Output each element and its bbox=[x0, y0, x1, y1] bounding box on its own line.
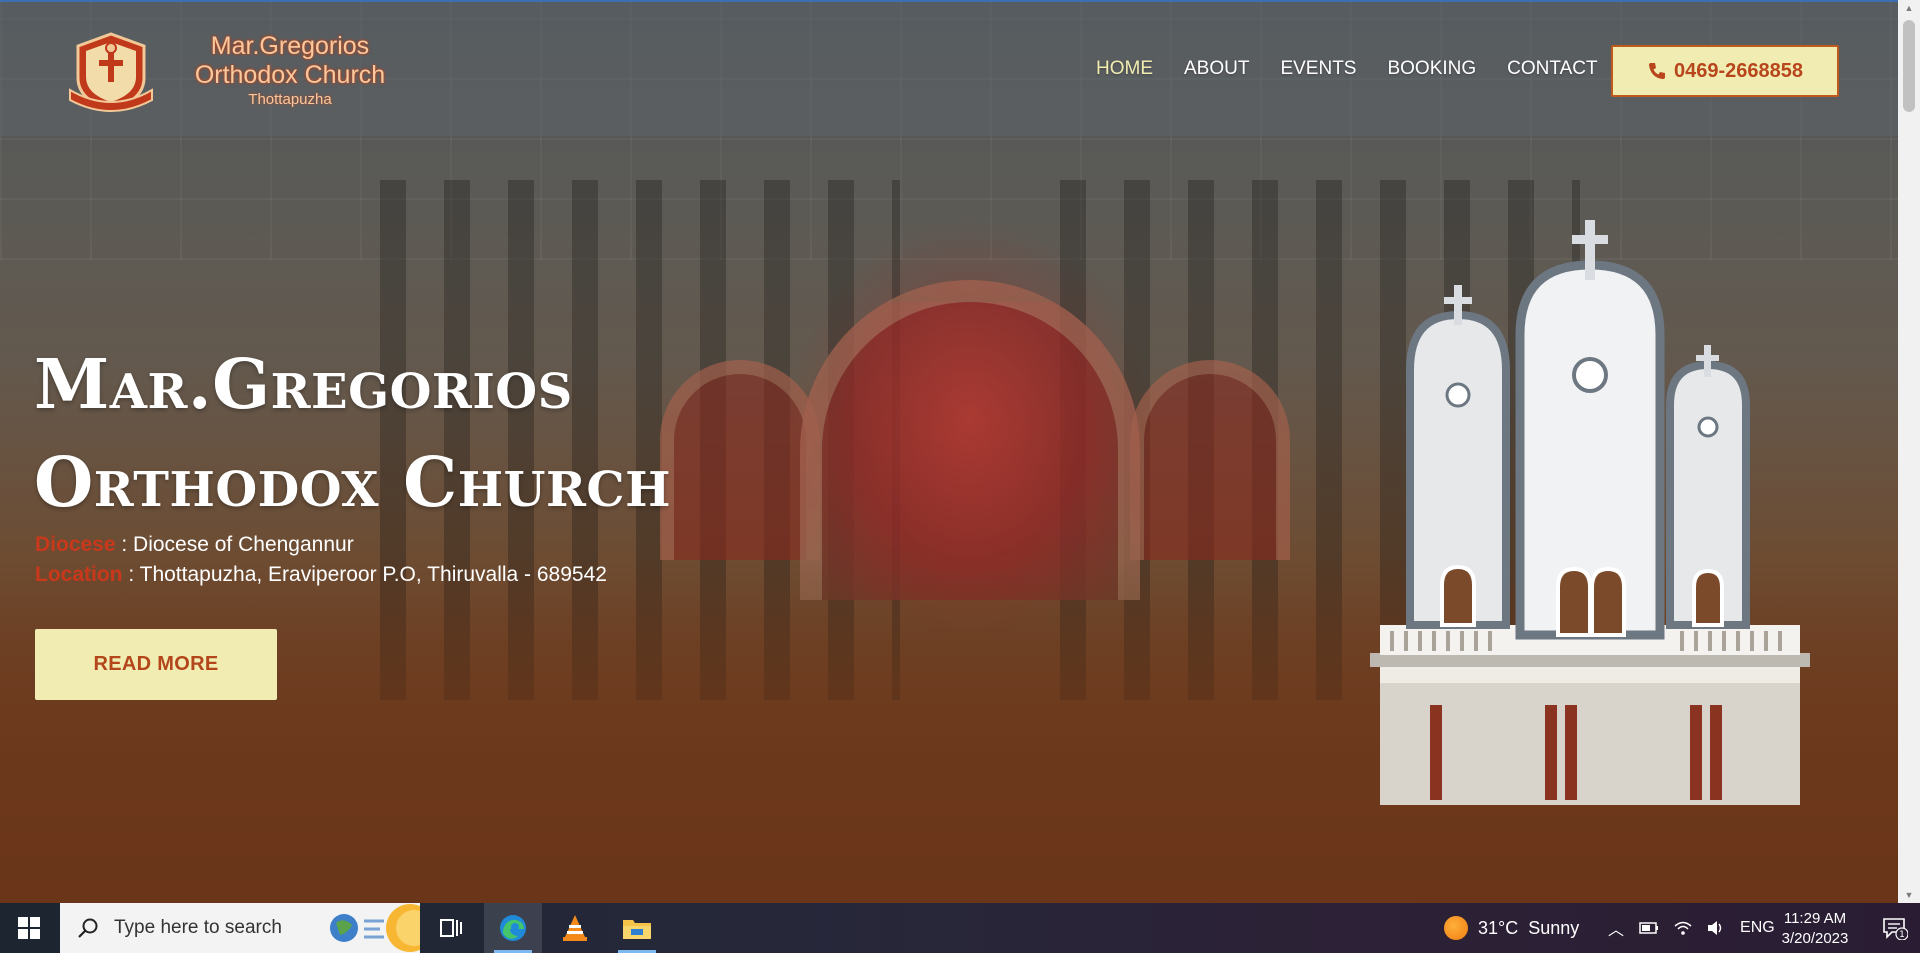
windows-logo-icon bbox=[18, 917, 40, 939]
weather-desc: Sunny bbox=[1528, 917, 1580, 938]
phone-button[interactable]: 0469-2668858 bbox=[1611, 45, 1839, 97]
notification-count: 1 bbox=[1899, 930, 1905, 940]
edge-icon[interactable] bbox=[484, 903, 542, 953]
sun-icon bbox=[1444, 916, 1468, 940]
side-arch-right bbox=[1130, 360, 1290, 560]
clock-time: 11:29 AM bbox=[1783, 910, 1847, 927]
church-logo-icon[interactable] bbox=[66, 28, 156, 114]
nav-events[interactable]: EVENTS bbox=[1280, 58, 1356, 80]
phone-icon bbox=[1648, 63, 1665, 79]
task-view-icon[interactable] bbox=[422, 903, 480, 953]
windows-taskbar: Type here to search 31°C Sunny ︿ ENG 11:… bbox=[0, 903, 1920, 953]
brand-line-2: Orthodox Church bbox=[194, 61, 386, 89]
show-hidden-icons-chevron-icon[interactable]: ︿ bbox=[1608, 916, 1624, 940]
taskbar-clock[interactable]: 11:29 AM 3/20/2023 bbox=[1770, 909, 1860, 949]
notification-icon: 1 bbox=[1883, 918, 1908, 940]
location-label: Location bbox=[35, 563, 123, 586]
file-explorer-icon[interactable] bbox=[608, 903, 666, 953]
wifi-icon[interactable] bbox=[1674, 920, 1692, 936]
scroll-down-arrow-icon[interactable]: ▼ bbox=[1898, 887, 1920, 903]
location-value: : Thottapuzha, Eraviperoor P.O, Thiruval… bbox=[122, 563, 607, 586]
clock-date: 3/20/2023 bbox=[1781, 930, 1849, 947]
location-row: Location : Thottapuzha, Eraviperoor P.O,… bbox=[35, 560, 607, 590]
system-tray: ︿ ENG bbox=[1608, 903, 1775, 953]
brand-name[interactable]: Mar.Gregorios Orthodox Church Thottapuzh… bbox=[180, 32, 400, 108]
diocese-label: Diocese bbox=[35, 533, 116, 556]
church-info: Diocese : Diocese of Chengannur Location… bbox=[35, 530, 607, 590]
site-header: Mar.Gregorios Orthodox Church Thottapuzh… bbox=[0, 2, 1898, 136]
nav-contact[interactable]: CONTACT bbox=[1507, 58, 1597, 80]
hero-title: Mar.Gregorios Orthodox Church bbox=[34, 336, 794, 532]
scroll-up-arrow-icon[interactable]: ▲ bbox=[1898, 0, 1920, 16]
phone-number: 0469-2668858 bbox=[1673, 59, 1803, 82]
notification-center-button[interactable]: 1 bbox=[1870, 903, 1920, 953]
scroll-thumb[interactable] bbox=[1903, 20, 1915, 112]
church-building-image bbox=[1370, 220, 1810, 805]
read-more-button[interactable]: READ MORE bbox=[35, 629, 277, 700]
hero-title-line-2: Orthodox Church bbox=[34, 443, 671, 523]
taskbar-search-box[interactable]: Type here to search bbox=[60, 903, 420, 953]
brand-line-1: Mar.Gregorios bbox=[210, 32, 370, 60]
nav-booking[interactable]: BOOKING bbox=[1387, 58, 1476, 80]
nav-home[interactable]: HOME bbox=[1096, 58, 1153, 80]
window-top-border bbox=[0, 0, 1920, 2]
weather-temp: 31°C bbox=[1478, 917, 1519, 938]
diocese-value: : Diocese of Chengannur bbox=[115, 533, 354, 556]
start-button[interactable] bbox=[0, 903, 58, 953]
search-placeholder: Type here to search bbox=[114, 917, 282, 938]
hero-title-line-1: Mar.Gregorios bbox=[34, 345, 573, 425]
search-highlight-icon bbox=[328, 903, 420, 953]
volume-icon[interactable] bbox=[1707, 920, 1725, 936]
weather-widget[interactable]: 31°C Sunny bbox=[1444, 903, 1579, 953]
diocese-row: Diocese : Diocese of Chengannur bbox=[35, 530, 607, 560]
main-nav: HOME ABOUT EVENTS BOOKING CONTACT bbox=[1096, 58, 1629, 80]
brand-place: Thottapuzha bbox=[248, 91, 332, 108]
altar-arch bbox=[800, 280, 1140, 600]
search-icon bbox=[78, 918, 98, 938]
vlc-icon[interactable] bbox=[546, 903, 604, 953]
nav-about[interactable]: ABOUT bbox=[1184, 58, 1249, 80]
battery-icon[interactable] bbox=[1639, 922, 1659, 934]
page-scrollbar[interactable]: ▲ ▼ bbox=[1898, 0, 1920, 903]
